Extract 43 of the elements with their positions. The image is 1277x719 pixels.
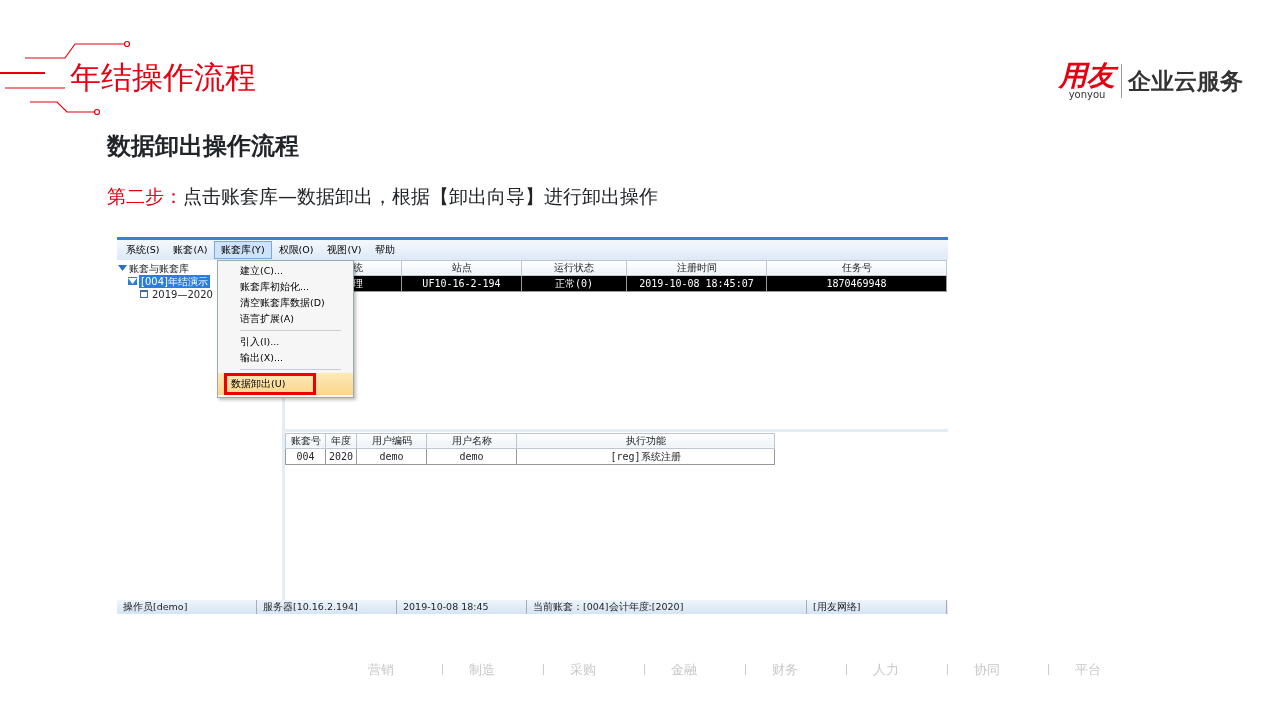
- status-text: 2019-10-08 18:45: [397, 599, 527, 614]
- table-cell: 2020: [325, 448, 357, 465]
- menu-item[interactable]: 语言扩展(A): [218, 310, 353, 327]
- column-header: 执行功能: [516, 433, 775, 449]
- table-cell: [reg]系统注册: [516, 448, 775, 465]
- logo-tagline: 企业云服务: [1121, 63, 1243, 99]
- section-heading: 数据卸出操作流程: [107, 131, 300, 162]
- menu-item[interactable]: 帮助: [368, 240, 403, 259]
- menu-item[interactable]: 权限(O): [271, 240, 321, 259]
- menu-item[interactable]: 清空账套库数据(D): [218, 294, 353, 311]
- logo-subtext: yonyou: [1068, 90, 1106, 100]
- slide-title: 年结操作流程: [70, 62, 256, 93]
- status-text: 操作员[demo]: [117, 599, 257, 614]
- column-header: 任务号: [766, 260, 947, 276]
- tree-item[interactable]: 2019—2020: [152, 287, 213, 301]
- column-header: 用户名称: [426, 433, 517, 449]
- status-text: 服务器[10.16.2.194]: [257, 599, 397, 614]
- table-cell: demo: [426, 448, 517, 465]
- expanded-arrow-icon[interactable]: [128, 277, 137, 285]
- menu-item[interactable]: 输出(X)...: [218, 349, 353, 366]
- column-header: 注册时间: [626, 260, 767, 276]
- column-header: 运行状态: [521, 260, 627, 276]
- column-header: 年度: [325, 433, 357, 449]
- menu-item[interactable]: 视图(V): [320, 240, 369, 259]
- step-text: 点击账套库—数据卸出，根据【卸出向导】进行卸出操作: [183, 184, 658, 209]
- status-text: 当前账套：[004]会计年度:[2020]: [527, 599, 807, 614]
- menu-item[interactable]: 系统(S): [119, 240, 167, 259]
- tree-item[interactable]: [004]年结演示: [139, 274, 210, 288]
- table-cell: demo: [356, 448, 427, 465]
- menu-item[interactable]: 引入(I)...: [218, 333, 353, 350]
- calendar-icon: [140, 290, 148, 298]
- menu-item[interactable]: 账套(A): [166, 240, 215, 259]
- status-text: [用友网络]: [807, 599, 947, 614]
- menu-item-highlighted[interactable]: 数据卸出(U): [218, 372, 353, 395]
- expanded-arrow-icon[interactable]: [118, 264, 127, 272]
- step-label: 第二步：: [107, 184, 183, 209]
- column-header: 账套号: [285, 433, 326, 449]
- menu-item[interactable]: 账套库(Y): [214, 240, 272, 259]
- column-header: 站点: [401, 260, 522, 276]
- tree-item[interactable]: 账套与账套库: [129, 261, 189, 275]
- column-header: 用户编码: [356, 433, 427, 449]
- table-cell: 004: [285, 448, 326, 465]
- callout-frame: 数据卸出(U): [224, 372, 316, 395]
